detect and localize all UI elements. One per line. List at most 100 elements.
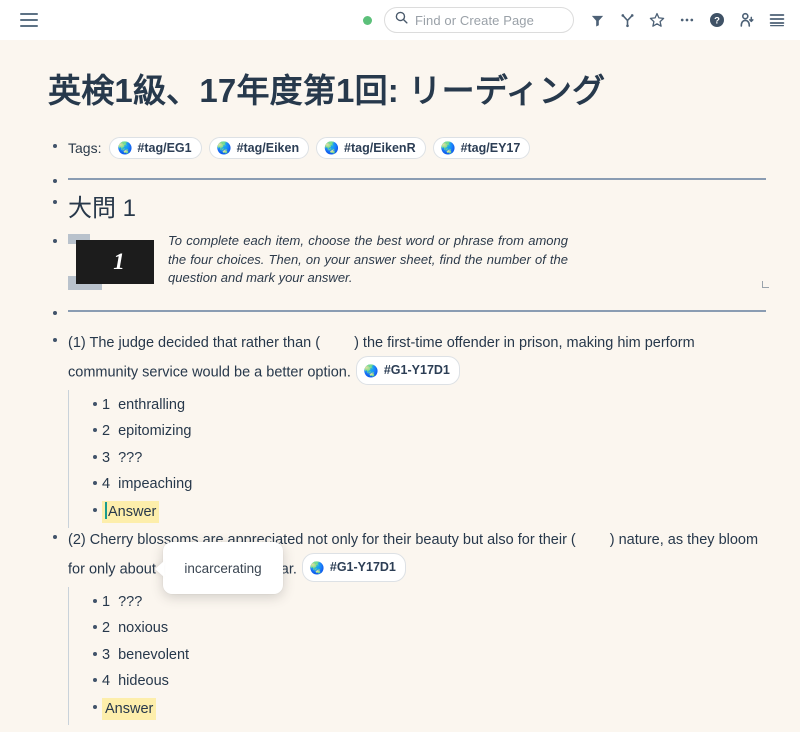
section-number-image: 1 xyxy=(68,234,154,291)
question-number: (1) xyxy=(68,335,86,352)
choice-item[interactable]: 1 enthralling xyxy=(84,392,760,419)
choice-item[interactable]: 2 epitomizing xyxy=(84,418,760,445)
globe-icon: 🌏 xyxy=(216,141,232,156)
text-caret xyxy=(105,501,107,519)
answer-reveal-1[interactable]: Answer xyxy=(102,500,160,523)
help-icon[interactable]: ? xyxy=(708,11,726,29)
answer-reveal-2[interactable]: Answer xyxy=(102,697,157,720)
outline-bullet xyxy=(48,528,62,540)
question-text-before-gap: The judge decided that rather than ( xyxy=(89,335,321,352)
section-heading[interactable]: 大問 1 xyxy=(62,193,760,224)
tooltip-arrow-icon xyxy=(155,561,164,577)
right-sidebar-icon[interactable] xyxy=(768,11,786,29)
outline-bullet xyxy=(48,331,62,343)
choice-label: 3 benevolent xyxy=(102,646,190,663)
question-block-1: (1) The judge decided that rather than (… xyxy=(48,331,760,528)
choice-item[interactable]: 4 impeaching xyxy=(84,471,760,498)
tag-label: #tag/EG1 xyxy=(137,141,192,156)
choice-label: 1 ??? xyxy=(102,593,143,610)
horizontal-rule xyxy=(68,178,766,181)
outline-bullet xyxy=(88,471,102,486)
search-placeholder-text: Find or Create Page xyxy=(415,12,534,28)
section-number-text: 1 xyxy=(113,249,125,275)
globe-icon: 🌏 xyxy=(309,560,325,575)
globe-icon: 🌏 xyxy=(440,141,456,156)
svg-text:?: ? xyxy=(714,16,720,27)
question-tag-label: #G1-Y17D1 xyxy=(383,363,450,378)
divider-block-1 xyxy=(48,172,766,184)
tags-line: Tags: 🌏 #tag/EG1 🌏 #tag/Eiken 🌏 #tag/Eik… xyxy=(62,137,760,160)
choice-list-2: 1 ??? 2 noxious 3 benevolent 4 hideous A xyxy=(62,586,760,725)
outline-bullet xyxy=(48,232,62,244)
tag-pill-eikenr[interactable]: 🌏 #tag/EikenR xyxy=(316,137,426,160)
horizontal-rule xyxy=(68,310,766,313)
choice-item[interactable]: 4 hideous xyxy=(84,668,760,695)
tag-label: #tag/EY17 xyxy=(460,141,521,156)
divider-block-2 xyxy=(48,304,766,316)
answer-item[interactable]: Answer xyxy=(84,498,760,525)
outline-bullet xyxy=(88,695,102,709)
sync-status-dot xyxy=(363,15,372,25)
outline-bullet xyxy=(88,498,102,512)
outline-bullet xyxy=(48,304,62,316)
question-tag-pill[interactable]: 🌏 #G1-Y17D1 xyxy=(355,356,460,386)
outline-bullet xyxy=(88,615,102,630)
add-person-icon[interactable] xyxy=(738,11,756,29)
more-dots-icon[interactable] xyxy=(678,11,696,29)
answer-item[interactable]: Answer xyxy=(84,695,760,722)
outline-bullet xyxy=(48,193,62,205)
choice-item[interactable]: 2 noxious xyxy=(84,615,760,642)
question-text[interactable]: (1) The judge decided that rather than (… xyxy=(62,331,760,386)
question-text-before-gap: Cherry blossoms are appreciated not only… xyxy=(89,532,576,549)
choice-label: 4 hideous xyxy=(102,673,169,690)
question-number: (2) xyxy=(68,532,86,549)
star-icon[interactable] xyxy=(648,11,666,29)
tag-pill-eg1[interactable]: 🌏 #tag/EG1 xyxy=(109,137,202,160)
question-block-2: (2) Cherry blossoms are appreciated not … xyxy=(48,528,760,725)
answer-tooltip: incarcerating xyxy=(155,542,283,594)
tags-block: Tags: 🌏 #tag/EG1 🌏 #tag/Eiken 🌏 #tag/Eik… xyxy=(48,137,760,160)
filter-icon[interactable] xyxy=(588,11,606,29)
instruction-block: 1 To complete each item, choose the best… xyxy=(48,232,769,291)
instruction-text: To complete each item, choose the best w… xyxy=(168,233,568,286)
choice-label: 3 ??? xyxy=(102,449,143,466)
outline-bullet xyxy=(88,418,102,433)
choice-label: 4 impeaching xyxy=(102,476,193,493)
hamburger-icon[interactable] xyxy=(16,7,42,33)
tag-pill-eiken[interactable]: 🌏 #tag/Eiken xyxy=(208,137,310,160)
choice-list-1: 1 enthralling 2 epitomizing 3 ??? 4 impe… xyxy=(62,389,760,528)
choice-label: 2 noxious xyxy=(102,620,169,637)
choice-label: 1 enthralling xyxy=(102,396,186,413)
tooltip-text: incarcerating xyxy=(184,560,262,576)
page-title[interactable]: 英検1級、17年度第1回: リーディング xyxy=(48,70,760,111)
choice-item[interactable]: 3 ??? xyxy=(84,445,760,472)
question-tag-label: #G1-Y17D1 xyxy=(329,560,396,575)
outline-bullet xyxy=(48,137,62,149)
resize-handle-icon[interactable] xyxy=(762,281,769,289)
question-tag-pill[interactable]: 🌏 #G1-Y17D1 xyxy=(301,553,406,583)
outline-bullet xyxy=(88,589,102,603)
search-input[interactable]: Find or Create Page xyxy=(384,7,574,33)
search-icon xyxy=(395,11,408,29)
outline-bullet xyxy=(88,445,102,459)
tags-label: Tags: xyxy=(68,140,102,157)
outline-bullet xyxy=(48,172,62,184)
answer-label: Answer xyxy=(105,700,154,717)
section-heading-block: 大問 1 xyxy=(48,193,760,224)
tag-pill-ey17[interactable]: 🌏 #tag/EY17 xyxy=(432,137,531,160)
outline-bullet xyxy=(88,668,102,683)
graph-branch-icon[interactable] xyxy=(618,11,636,29)
choice-item[interactable]: 3 benevolent xyxy=(84,642,760,669)
toolbar-icon-group: ? xyxy=(588,11,786,29)
tag-label: #tag/Eiken xyxy=(236,141,300,156)
globe-icon: 🌏 xyxy=(117,141,133,156)
outline-bullet xyxy=(88,642,102,656)
choice-label: 2 epitomizing xyxy=(102,423,192,440)
answer-label: Answer xyxy=(108,503,157,520)
tag-label: #tag/EikenR xyxy=(344,141,416,156)
globe-icon: 🌏 xyxy=(324,141,340,156)
outline-bullet xyxy=(88,392,102,406)
top-toolbar: Find or Create Page ? xyxy=(0,0,800,40)
globe-icon: 🌏 xyxy=(363,363,379,378)
page-content: 英検1級、17年度第1回: リーディング Tags: 🌏 #tag/EG1 🌏 … xyxy=(0,40,800,732)
